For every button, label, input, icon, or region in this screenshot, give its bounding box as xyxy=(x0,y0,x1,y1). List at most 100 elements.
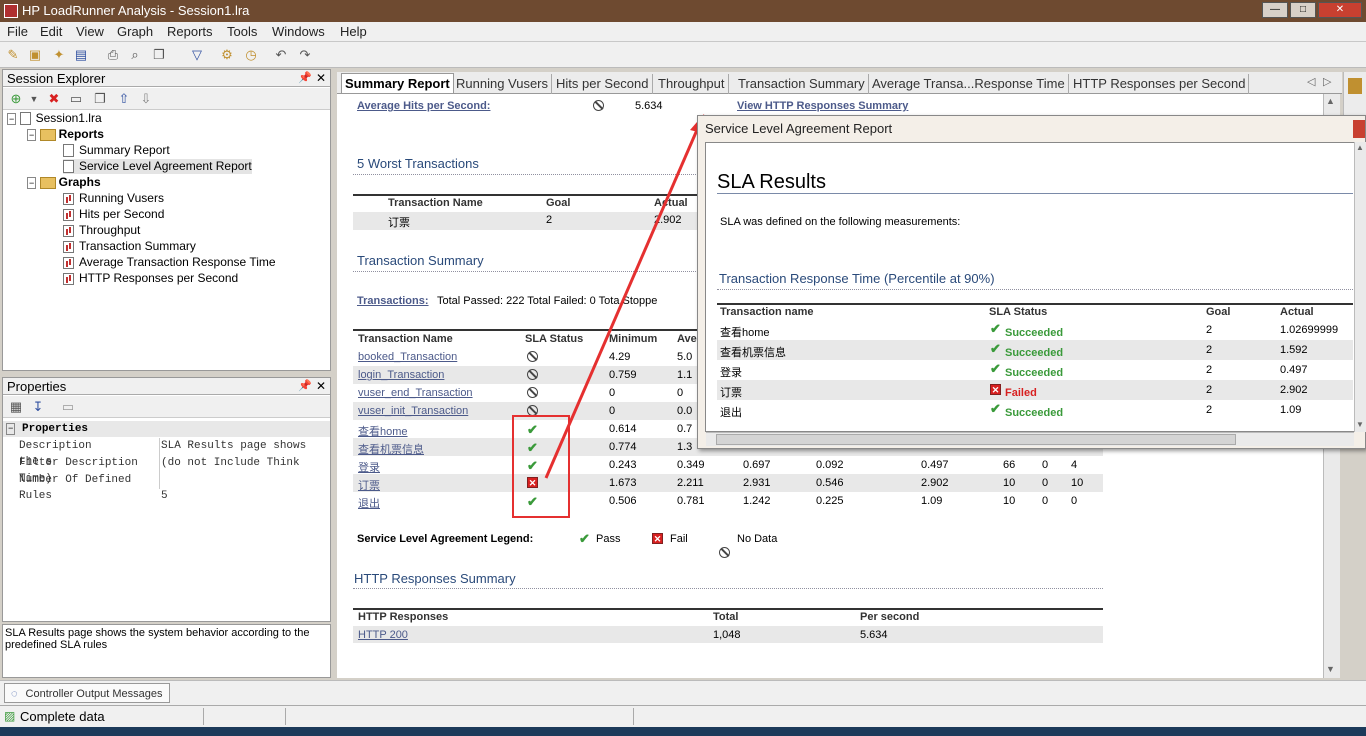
clock-icon[interactable]: ◷ xyxy=(242,46,260,64)
cell: 0.697 xyxy=(743,459,771,471)
tab-avg-response-time[interactable]: Average Transa...Response Time xyxy=(869,74,1069,94)
duplicate-icon[interactable]: ❐ xyxy=(91,90,109,108)
properties-section[interactable]: − Properties xyxy=(3,421,330,437)
settings-icon[interactable]: ⚙ xyxy=(218,46,236,64)
http-200-link[interactable]: HTTP 200 xyxy=(358,629,408,641)
transaction-link[interactable]: 退出 xyxy=(358,495,380,511)
copy-icon[interactable]: ❐ xyxy=(150,46,168,64)
sort-alpha-icon[interactable]: ↧ xyxy=(29,398,47,416)
menu-reports[interactable]: Reports xyxy=(167,24,213,39)
scroll-up-icon[interactable]: ▲ xyxy=(1356,143,1364,152)
tab-throughput[interactable]: Throughput xyxy=(655,74,729,94)
scroll-up-icon[interactable]: ▲ xyxy=(1326,96,1335,106)
cell: 0.546 xyxy=(816,477,844,489)
menu-windows[interactable]: Windows xyxy=(272,24,325,39)
transaction-link[interactable]: 订票 xyxy=(358,477,380,493)
undo-icon[interactable]: ↶ xyxy=(272,46,290,64)
menu-file[interactable]: File xyxy=(7,24,28,39)
property-row[interactable]: Description SLA Results page shows the s xyxy=(19,438,330,468)
menu-graph[interactable]: Graph xyxy=(117,24,153,39)
sla-window-close-button[interactable] xyxy=(1353,120,1365,138)
sla-vscrollbar[interactable]: ▲ ▼ xyxy=(1354,142,1366,432)
scroll-thumb[interactable] xyxy=(716,434,1236,445)
tab-transaction-summary[interactable]: Transaction Summary xyxy=(735,74,869,94)
minimize-button[interactable]: — xyxy=(1262,2,1288,18)
scroll-down-icon[interactable]: ▼ xyxy=(1356,420,1364,429)
transaction-link[interactable]: vuser_end_Transaction xyxy=(358,387,473,399)
print-icon[interactable]: ⎙ xyxy=(104,46,122,64)
tree-item-sla-report[interactable]: Service Level Agreement Report xyxy=(63,159,252,174)
rename-icon[interactable]: ▭ xyxy=(67,90,85,108)
controller-output-tab[interactable]: ◌ Controller Output Messages xyxy=(4,683,170,703)
delete-icon[interactable]: ✖ xyxy=(45,90,63,108)
close-button[interactable]: ✕ xyxy=(1318,2,1362,18)
menu-tools[interactable]: Tools xyxy=(227,24,257,39)
graph-icon xyxy=(63,256,74,269)
cell: 10 xyxy=(1071,477,1084,489)
tree-item-throughput[interactable]: Throughput xyxy=(63,223,140,238)
tree-graphs[interactable]: − Graphs xyxy=(27,175,101,190)
tab-http-responses[interactable]: HTTP Responses per Second xyxy=(1070,74,1250,94)
menu-view[interactable]: View xyxy=(76,24,104,39)
tree-item-transaction-summary[interactable]: Transaction Summary xyxy=(63,239,196,254)
tree-root[interactable]: − Session1.lra xyxy=(7,111,102,126)
column-header: Total xyxy=(713,611,739,623)
filter-icon[interactable]: ▽ xyxy=(188,46,206,64)
property-row[interactable]: Number Of Defined Rules 5 xyxy=(19,472,168,502)
move-down-icon[interactable]: ⇩ xyxy=(137,90,155,108)
pin-icon[interactable]: 📌 xyxy=(298,70,312,87)
transactions-link[interactable]: Transactions: xyxy=(357,295,429,307)
tab-summary-report[interactable]: Summary Report xyxy=(341,73,454,93)
tab-scroll-right-icon[interactable]: ▷ xyxy=(1323,75,1331,88)
new-session-icon[interactable]: ✎ xyxy=(4,46,22,64)
dock-icon[interactable] xyxy=(1348,78,1362,94)
no-data-icon xyxy=(527,369,538,380)
redo-icon[interactable]: ↷ xyxy=(296,46,314,64)
tree-item-hits-per-second[interactable]: Hits per Second xyxy=(63,207,164,222)
tree-item-summary-report[interactable]: Summary Report xyxy=(63,143,170,158)
menu-help[interactable]: Help xyxy=(340,24,367,39)
property-row[interactable]: Filter Description (do not Include Think … xyxy=(19,455,330,485)
tab-scroll-left-icon[interactable]: ◁ xyxy=(1307,75,1315,88)
save-icon[interactable]: ▤ xyxy=(72,46,90,64)
move-up-icon[interactable]: ⇧ xyxy=(115,90,133,108)
transaction-link[interactable]: 登录 xyxy=(358,459,380,475)
maximize-button[interactable]: □ xyxy=(1290,2,1316,18)
divider xyxy=(203,708,204,725)
tree-item-label: Average Transaction Response Time xyxy=(79,255,276,269)
add-icon[interactable]: ⊕ xyxy=(7,90,25,108)
menu-edit[interactable]: Edit xyxy=(40,24,62,39)
sla-goal: 2 xyxy=(1206,324,1213,336)
categorized-icon[interactable]: ▦ xyxy=(7,398,25,416)
session-explorer-header: Session Explorer 📌 ✕ xyxy=(3,70,330,87)
transaction-link[interactable]: 查看home xyxy=(358,423,408,439)
dropdown-icon[interactable]: ▼ xyxy=(25,90,43,108)
open-icon[interactable]: ▣ xyxy=(26,46,44,64)
tree-item-avg-response-time[interactable]: Average Transaction Response Time xyxy=(63,255,276,270)
transaction-link[interactable]: 查看机票信息 xyxy=(358,441,424,457)
close-panel-icon[interactable]: ✕ xyxy=(316,378,326,395)
sla-hscrollbar[interactable] xyxy=(706,432,1354,446)
tab-hits-per-second[interactable]: Hits per Second xyxy=(553,74,653,94)
view-http-link[interactable]: View HTTP Responses Summary xyxy=(737,100,908,112)
cell: 0 xyxy=(1071,495,1078,507)
import-icon[interactable]: ✦ xyxy=(50,46,68,64)
sla-legend-label: Service Level Agreement Legend: xyxy=(357,533,534,545)
tree-reports[interactable]: − Reports xyxy=(27,127,104,142)
transaction-link[interactable]: login_Transaction xyxy=(358,369,444,381)
transaction-summary-title: Transaction Summary xyxy=(357,253,484,268)
tree-item-running-vusers[interactable]: Running Vusers xyxy=(63,191,164,206)
transaction-link[interactable]: vuser_init_Transaction xyxy=(358,405,468,417)
report-icon xyxy=(63,144,74,158)
scroll-down-icon[interactable]: ▼ xyxy=(1326,664,1335,674)
property-pages-icon[interactable]: ▭ xyxy=(59,398,77,416)
tab-running-vusers[interactable]: Running Vusers xyxy=(453,74,553,94)
tree-item-http-responses[interactable]: HTTP Responses per Second xyxy=(63,271,238,286)
close-panel-icon[interactable]: ✕ xyxy=(316,70,326,87)
avg-hits-link[interactable]: Average Hits per Second: xyxy=(357,100,490,112)
print-preview-icon[interactable]: ⌕ xyxy=(126,46,144,64)
no-data-icon xyxy=(527,387,538,398)
transaction-link[interactable]: booked_Transaction xyxy=(358,351,457,363)
pin-icon[interactable]: 📌 xyxy=(298,378,312,395)
session-tree: − Session1.lra − Reports Summary Report … xyxy=(7,111,327,351)
